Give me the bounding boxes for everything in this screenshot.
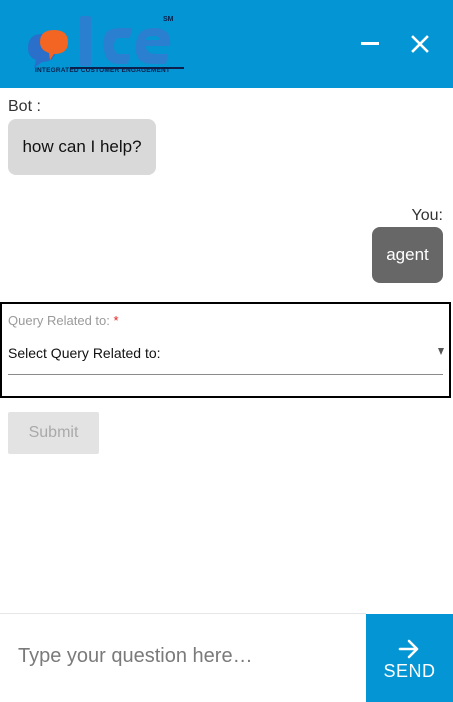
query-field-label: Query Related to: * (8, 313, 119, 328)
logo-sm-mark: SM (163, 16, 174, 23)
user-message-text: agent (386, 245, 429, 264)
send-button[interactable]: SEND (366, 614, 453, 702)
query-select[interactable]: Select Query Related to: (8, 336, 444, 375)
user-message-bubble: agent (372, 227, 443, 283)
query-form: Query Related to: * Select Query Related… (0, 302, 451, 398)
submit-button-label: Submit (28, 424, 79, 441)
user-label: You: (411, 207, 443, 224)
minimize-icon (361, 42, 379, 45)
arrow-right-icon (398, 639, 419, 659)
required-mark: * (113, 313, 119, 328)
composer (0, 614, 366, 702)
bot-message-bubble: how can I help? (8, 119, 156, 175)
logo-tagline: INTEGRATED CUSTOMER ENGAGEMENT (35, 67, 171, 74)
chat-header: SM INTEGRATED CUSTOMER ENGAGEMENT (0, 0, 453, 88)
dropdown-arrow-icon (438, 348, 444, 355)
question-input[interactable] (18, 636, 348, 676)
close-icon (411, 35, 429, 53)
minimize-button[interactable] (354, 28, 386, 60)
bot-message-text: how can I help? (22, 137, 142, 156)
query-field-label-text: Query Related to: (8, 313, 110, 328)
close-button[interactable] (404, 28, 436, 60)
send-button-label: SEND (383, 661, 436, 681)
bot-label: Bot : (8, 98, 41, 115)
query-select-value: Select Query Related to: (8, 345, 161, 361)
submit-button[interactable]: Submit (8, 412, 99, 454)
